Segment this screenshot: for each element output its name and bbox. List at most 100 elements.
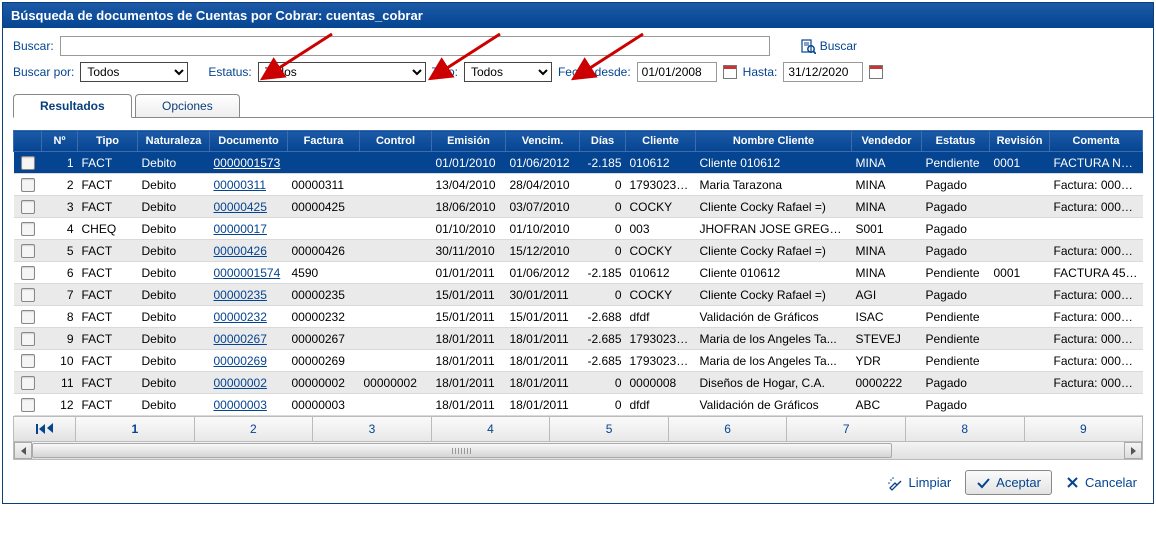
documento-link[interactable]: 00000232 — [214, 310, 267, 324]
cell-revision — [990, 196, 1050, 218]
cell-factura: 00000269 — [288, 350, 360, 372]
table-row[interactable]: 7FACTDebito000002350000023515/01/201130/… — [14, 284, 1143, 306]
cell-comentario: Factura: 0000023 — [1050, 306, 1143, 328]
row-checkbox[interactable] — [21, 222, 35, 236]
calendar-from-icon[interactable] — [723, 65, 737, 79]
col-n[interactable]: Nº — [42, 131, 78, 152]
col-revision[interactable]: Revisión — [990, 131, 1050, 152]
pager-first-prev[interactable] — [14, 417, 76, 441]
scroll-right-arrow[interactable] — [1124, 442, 1142, 459]
table-row[interactable]: 5FACTDebito000004260000042630/11/201015/… — [14, 240, 1143, 262]
horizontal-scrollbar[interactable] — [13, 442, 1143, 460]
pager-page[interactable]: 1 — [76, 417, 195, 441]
tab-options[interactable]: Opciones — [135, 94, 240, 117]
col-cliente[interactable]: Cliente — [626, 131, 696, 152]
documento-link[interactable]: 00000267 — [214, 332, 267, 346]
pager-page[interactable]: 6 — [669, 417, 788, 441]
date-from-input[interactable] — [637, 62, 717, 82]
row-checkbox[interactable] — [21, 178, 35, 192]
cell-factura: 00000426 — [288, 240, 360, 262]
table-row[interactable]: 3FACTDebito000004250000042518/06/201003/… — [14, 196, 1143, 218]
cell-control: 00000002 — [360, 372, 432, 394]
row-checkbox[interactable] — [21, 332, 35, 346]
col-factura[interactable]: Factura — [288, 131, 360, 152]
documento-link[interactable]: 00000017 — [214, 222, 267, 236]
documento-link[interactable]: 0000001574 — [214, 266, 281, 280]
row-checkbox[interactable] — [21, 156, 35, 170]
cell-tipo: FACT — [78, 174, 138, 196]
documento-link[interactable]: 00000003 — [214, 398, 267, 412]
pager-page[interactable]: 9 — [1025, 417, 1143, 441]
col-dias[interactable]: Días — [580, 131, 626, 152]
table-row[interactable]: 8FACTDebito000002320000023215/01/201115/… — [14, 306, 1143, 328]
status-select[interactable]: Todos — [258, 62, 426, 82]
scroll-thumb[interactable] — [32, 443, 892, 458]
row-checkbox[interactable] — [21, 288, 35, 302]
cell-tipo: FACT — [78, 152, 138, 174]
row-checkbox[interactable] — [21, 266, 35, 280]
table-row[interactable]: 1FACTDebito000000157301/01/201001/06/201… — [14, 152, 1143, 174]
table-row[interactable]: 9FACTDebito000002670000026718/01/201118/… — [14, 328, 1143, 350]
cell-cliente: 17930235... — [626, 328, 696, 350]
search-window: Búsqueda de documentos de Cuentas por Co… — [2, 2, 1154, 504]
table-row[interactable]: 6FACTDebito0000001574459001/01/201101/06… — [14, 262, 1143, 284]
search-input[interactable] — [60, 36, 770, 56]
pager-page[interactable]: 2 — [195, 417, 314, 441]
pager-page[interactable]: 8 — [906, 417, 1025, 441]
col-vendedor[interactable]: Vendedor — [852, 131, 922, 152]
accept-button[interactable]: Aceptar — [965, 470, 1052, 495]
cell-comentario — [1050, 394, 1143, 416]
cell-vendedor: ISAC — [852, 306, 922, 328]
date-to-input[interactable] — [783, 62, 863, 82]
row-checkbox[interactable] — [21, 310, 35, 324]
cell-documento: 00000425 — [210, 196, 288, 218]
tab-results[interactable]: Resultados — [13, 94, 132, 118]
search-button[interactable]: Buscar — [800, 38, 857, 54]
documento-link[interactable]: 00000426 — [214, 244, 267, 258]
col-comentario[interactable]: Comenta — [1050, 131, 1143, 152]
row-checkbox[interactable] — [21, 200, 35, 214]
col-tipo[interactable]: Tipo — [78, 131, 138, 152]
type-select[interactable]: Todos — [464, 62, 552, 82]
col-control[interactable]: Control — [360, 131, 432, 152]
row-checkbox[interactable] — [21, 398, 35, 412]
documento-link[interactable]: 00000425 — [214, 200, 267, 214]
cell-revision — [990, 218, 1050, 240]
row-checkbox[interactable] — [21, 354, 35, 368]
documento-link[interactable]: 00000311 — [214, 178, 267, 192]
table-row[interactable]: 2FACTDebito000003110000031113/04/201028/… — [14, 174, 1143, 196]
search-by-label: Buscar por: — [13, 65, 74, 79]
documento-link[interactable]: 0000001573 — [214, 156, 281, 170]
pager-page[interactable]: 3 — [313, 417, 432, 441]
cell-n: 9 — [42, 328, 78, 350]
clear-button[interactable]: Limpiar — [881, 471, 958, 495]
table-row[interactable]: 11FACTDebito00000002000000020000000218/0… — [14, 372, 1143, 394]
cell-cliente: COCKY — [626, 240, 696, 262]
table-row[interactable]: 12FACTDebito000000030000000318/01/201118… — [14, 394, 1143, 416]
row-checkbox[interactable] — [21, 244, 35, 258]
cancel-button[interactable]: Cancelar — [1060, 471, 1143, 494]
table-row[interactable]: 4CHEQDebito0000001701/10/201001/10/20100… — [14, 218, 1143, 240]
scroll-left-arrow[interactable] — [14, 442, 32, 459]
col-emision[interactable]: Emisión — [432, 131, 506, 152]
search-by-select[interactable]: Todos — [80, 62, 188, 82]
row-checkbox[interactable] — [21, 376, 35, 390]
pager-page[interactable]: 7 — [787, 417, 906, 441]
table-row[interactable]: 10FACTDebito000002690000026918/01/201118… — [14, 350, 1143, 372]
calendar-to-icon[interactable] — [869, 65, 883, 79]
cell-revision: 0001 — [990, 152, 1050, 174]
cell-n: 4 — [42, 218, 78, 240]
cell-vencim: 18/01/2011 — [506, 328, 580, 350]
col-naturaleza[interactable]: Naturaleza — [138, 131, 210, 152]
col-estatus[interactable]: Estatus — [922, 131, 990, 152]
col-nombre-cliente[interactable]: Nombre Cliente — [696, 131, 852, 152]
cell-control — [360, 394, 432, 416]
pager-page[interactable]: 5 — [550, 417, 669, 441]
documento-link[interactable]: 00000235 — [214, 288, 267, 302]
documento-link[interactable]: 00000269 — [214, 354, 267, 368]
cell-cliente: 0000008 — [626, 372, 696, 394]
pager-page[interactable]: 4 — [432, 417, 551, 441]
col-documento[interactable]: Documento — [210, 131, 288, 152]
documento-link[interactable]: 00000002 — [214, 376, 267, 390]
col-vencim[interactable]: Vencim. — [506, 131, 580, 152]
